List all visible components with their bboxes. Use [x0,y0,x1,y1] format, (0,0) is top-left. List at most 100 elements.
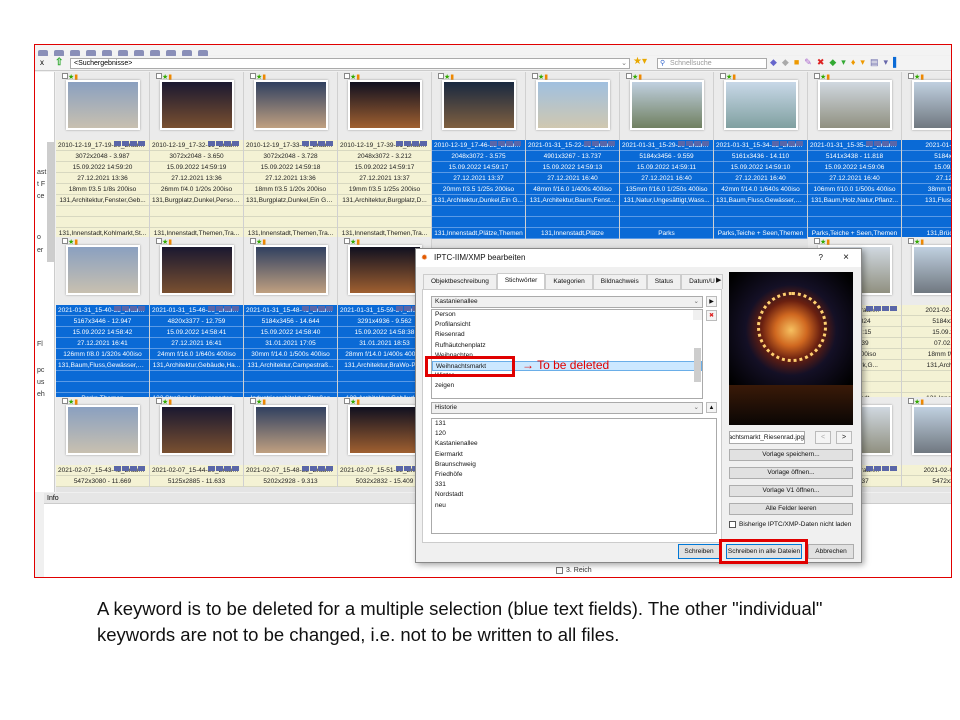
keyword-list[interactable]: Person Profilansicht Riesenrad Rufhäutchenp… [431,309,703,399]
filename-field[interactable]: Weihnachtsmarkt_Riesenrad.jpg [729,431,805,444]
thumbnail-image[interactable] [442,80,516,130]
checkbox[interactable] [556,566,563,574]
thumbnail-cell[interactable]: ★▮ 2021-02-07_15-44-50_Braun... 5125x2885 … [150,397,244,487]
tab-scroll-right-icon[interactable]: ▶ [716,276,721,284]
keyword-list-scrollbar[interactable] [693,310,702,382]
tab-1[interactable]: Stichwörter [496,273,546,289]
toolbar-icons[interactable]: ◆◆■✎✖◆▾♦▾▤▾▌ [770,57,904,68]
thumbnail-cell[interactable]: ★▮ 2010-12-19_17-32-19_Braun... 3072x2048 … [150,72,244,239]
thumbnail-cell[interactable]: ★▮ 2010-12-19_17-46-23_Braun... 2048x3072 … [432,72,526,239]
history-item[interactable]: 331 [432,480,716,490]
history-item[interactable]: Nordstadt [432,490,716,500]
thumbnail-cell[interactable]: ★▮ 2021-01-31_15-40-35_Braun... 5167x3446 … [56,237,150,404]
thumbnail-image[interactable] [912,405,951,455]
help-button[interactable]: ? [819,249,823,267]
thumbnail-cell[interactable]: ★▮ 2010-12-19_17-33-46_Braun... 3072x2048 … [244,72,338,239]
view-icon[interactable]: ▤▾ [870,57,893,67]
thumbnail-image[interactable] [66,245,140,295]
sidebar-fragment[interactable]: ast [37,169,46,176]
collapse-history-button[interactable]: ▲ [706,402,717,413]
delete-icon[interactable]: ✖ [817,57,830,67]
thumbnail-cell[interactable]: ★▮2021-02-07_16-45472x3080 [902,397,951,487]
thumbnail-image[interactable] [912,245,951,295]
new-folder-icon[interactable]: ■ [794,57,804,67]
keyword-item[interactable]: Profilansicht [432,320,702,330]
history-combo[interactable]: Historie ⌄ [431,402,703,414]
thumbnail-cell[interactable]: ★▮ 2021-02-07_15-43-42_Braun... 5472x3080 … [56,397,150,487]
close-button[interactable]: × [843,249,849,267]
zoom-slider[interactable]: ▌ [893,57,904,67]
sidebar-fragment[interactable]: er [37,247,43,254]
history-item[interactable]: Friedhöfe [432,470,716,480]
favorites-star-icon[interactable]: ★▾ [633,56,647,67]
chevron-down-icon[interactable]: ⌄ [694,297,699,307]
thumbnail-image[interactable] [348,245,422,295]
address-combo[interactable]: <Suchergebnisse> ⌄ [70,58,630,69]
chevron-down-icon[interactable]: ⌄ [694,403,699,413]
sidebar-scrollbar[interactable] [47,142,54,262]
write-button[interactable]: Schreiben [678,544,720,559]
sidebar-fragment[interactable]: pc [37,367,44,374]
thumbnail-image[interactable] [348,80,422,130]
sidebar-fragment[interactable]: t F [37,181,45,188]
tab-0[interactable]: Objektbeschreibung [423,274,497,289]
up-arrow-icon[interactable]: ⇧ [55,57,63,68]
thumbnail-image[interactable] [254,80,328,130]
thumbnail-cell[interactable]: ★▮ 2021-01-31_15-35-50_Braun... 5141x3438 … [808,72,902,239]
thumbnail-image[interactable] [348,405,422,455]
checkbox[interactable] [729,521,736,528]
thumbnail-cell[interactable]: ★▮ 2021-01-31_15-22-01_Braun... 4901x3267 … [526,72,620,239]
pin-icon[interactable]: ♦▾ [851,57,870,67]
history-item[interactable]: Braunschweig [432,460,716,470]
thumbnail-image[interactable] [66,80,140,130]
previous-image-button[interactable]: < [815,431,831,444]
history-item[interactable]: 131 [432,419,716,429]
thumbnail-cell[interactable]: ★▮ 2021-01-31_15-34-53_Braun... 5161x3436 … [714,72,808,239]
clear-fields-button[interactable]: Alle Felder leeren [729,503,853,515]
back-icon[interactable]: ◆ [770,57,782,67]
thumbnail-image[interactable] [160,80,234,130]
sidebar-fragment[interactable]: us [37,379,44,386]
save-template-button[interactable]: Vorlage speichern... [729,449,853,461]
tab-3[interactable]: Bildnachweis [592,274,647,289]
thumbnail-cell[interactable]: ★▮ 2010-12-19_17-39-31_Braun... 2048x3072 … [338,72,432,239]
cancel-button[interactable]: Abbrechen [808,544,854,559]
sidebar-fragment[interactable]: Fl [37,341,43,348]
thumbnail-image[interactable] [724,80,798,130]
thumbnail-cell[interactable]: ★▮ 2010-12-19_17-19-50_Braun... 3072x2048 … [56,72,150,239]
delete-keyword-button[interactable]: ✖ [706,310,717,321]
sidebar-fragment[interactable]: eh [37,391,45,398]
sidebar-fragment[interactable]: ce [37,193,44,200]
thumbnail-cell[interactable]: ★▮ 2021-01-31_15-29-20_Braun... 5184x3456 … [620,72,714,239]
keyword-combo[interactable]: Kastanienallee ⌄ [431,296,703,308]
edit-icon[interactable]: ✎ [804,57,817,67]
history-item[interactable]: Kastanienallee [432,439,716,449]
quicksearch-input[interactable]: ⚲ Schnellsuche [657,58,767,69]
thumbnail-image[interactable] [160,245,234,295]
keyword-item[interactable]: Person [432,310,702,320]
thumbnail-cell[interactable]: ★▮ 2021-02-07_15-48-52_Braun... 5202x2928 … [244,397,338,487]
category-item[interactable]: 3. Reich [556,566,592,575]
thumbnail-cell[interactable]: ★▮2021-02-07_15-5184x345615.09.202207.02… [902,237,951,404]
thumbnail-image[interactable] [912,80,951,130]
thumbnail-cell[interactable]: ★▮ 2021-01-31_15-46-36_Braun... 4820x3377 … [150,237,244,404]
tab-2[interactable]: Kategorien [545,274,593,289]
tab-4[interactable]: Status [646,274,682,289]
sidebar-fragment[interactable]: o [37,234,41,241]
thumbnail-image[interactable] [630,80,704,130]
history-item[interactable]: 120 [432,429,716,439]
tag-icon[interactable]: ◆▾ [829,57,850,67]
history-list[interactable]: 131 120 Kastanienallee Eiermarkt Braunschwei… [431,418,717,534]
close-panel-button[interactable]: x [40,58,44,67]
open-v1-template-button[interactable]: Vorlage V1 öffnen... [729,485,853,497]
chevron-down-icon[interactable]: ⌄ [621,59,627,68]
dont-load-existing-checkbox[interactable]: Bisherige IPTC/XMP-Daten nicht laden [729,521,851,528]
thumbnail-image[interactable] [66,405,140,455]
open-template-button[interactable]: Vorlage öffnen... [729,467,853,479]
thumbnail-image[interactable] [536,80,610,130]
forward-icon[interactable]: ◆ [782,57,794,67]
thumbnail-cell[interactable]: ★▮2021-01-31_15-5184x34515.09.20227.12.2… [902,72,951,239]
thumbnail-image[interactable] [818,80,892,130]
keyword-item[interactable]: Riesenrad [432,330,702,340]
keyword-item[interactable]: Rufhäutchenplatz [432,341,702,351]
